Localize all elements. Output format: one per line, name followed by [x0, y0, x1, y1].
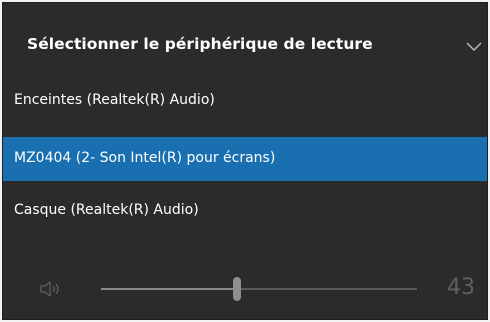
flyout-header[interactable]: Sélectionner le périphérique de lecture — [3, 25, 487, 69]
chevron-down-icon[interactable] — [465, 37, 483, 51]
device-item-monitor[interactable]: MZ0404 (2- Son Intel(R) pour écrans) — [3, 137, 487, 181]
volume-slider[interactable] — [101, 277, 417, 301]
device-label: Enceintes (Realtek(R) Audio) — [14, 92, 215, 108]
slider-thumb[interactable] — [233, 277, 241, 301]
device-label: Casque (Realtek(R) Audio) — [14, 202, 199, 218]
device-label: MZ0404 (2- Son Intel(R) pour écrans) — [14, 150, 276, 166]
audio-device-flyout: Sélectionner le périphérique de lecture … — [2, 2, 488, 320]
device-item-headphones[interactable]: Casque (Realtek(R) Audio) — [3, 191, 487, 231]
speaker-icon[interactable] — [39, 279, 65, 299]
device-item-speakers[interactable]: Enceintes (Realtek(R) Audio) — [3, 81, 487, 121]
flyout-title: Sélectionner le périphérique de lecture — [27, 35, 373, 53]
volume-value: 43 — [447, 275, 475, 300]
volume-row: 43 — [3, 271, 487, 307]
slider-fill — [101, 288, 237, 290]
